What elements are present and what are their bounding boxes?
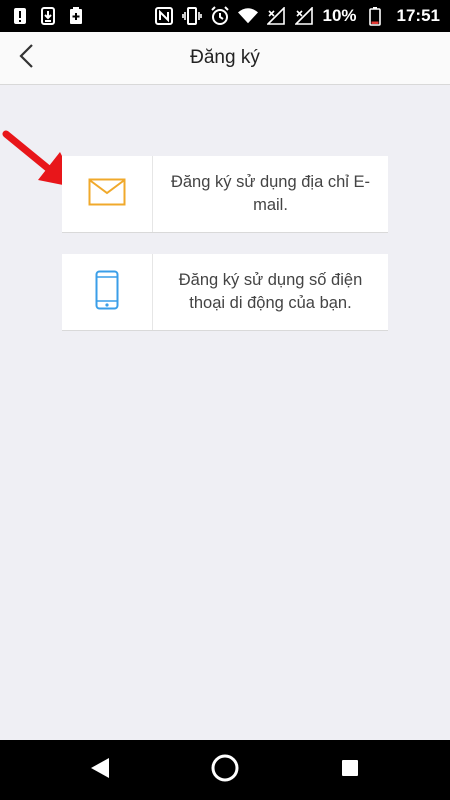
envelope-icon: [88, 178, 126, 211]
alarm-icon: [210, 6, 230, 26]
register-email-option[interactable]: Đăng ký sử dụng địa chỉ E-mail.: [62, 156, 388, 233]
square-recents-icon: [340, 758, 360, 783]
option-icon-cell: [62, 156, 153, 232]
alert-icon: [10, 6, 30, 26]
wifi-icon: [238, 6, 259, 26]
register-phone-option[interactable]: Đăng ký sử dụng số điện thoại di động củ…: [62, 254, 388, 331]
download-icon: [38, 6, 58, 26]
register-phone-label: Đăng ký sử dụng số điện thoại di động củ…: [178, 271, 363, 312]
signal-icon-2: [294, 6, 314, 26]
nav-recents-button[interactable]: [320, 740, 380, 800]
battery-percent: 10%: [322, 6, 357, 25]
battery-icon: [365, 6, 385, 26]
phone-icon: [95, 270, 119, 315]
app-bar: Đăng ký: [0, 32, 450, 85]
page-title: Đăng ký: [190, 47, 260, 68]
battery-plus-icon: [66, 6, 86, 26]
triangle-back-icon: [89, 756, 111, 785]
status-bar-left: [10, 0, 86, 32]
clock: 17:51: [396, 6, 440, 25]
vibrate-icon: [182, 6, 203, 26]
system-nav-bar: [0, 740, 450, 800]
signal-icon: [266, 6, 286, 26]
register-email-label: Đăng ký sử dụng địa chỉ E-mail.: [170, 173, 371, 214]
status-bar-right: 10% 17:51: [154, 0, 440, 32]
circle-home-icon: [210, 753, 240, 788]
option-icon-cell: [62, 254, 153, 330]
nav-back-button[interactable]: [70, 740, 130, 800]
nfc-icon: [154, 6, 174, 26]
nav-home-button[interactable]: [195, 740, 255, 800]
main-content: Đăng ký sử dụng địa chỉ E-mail. Đăng ký …: [0, 85, 450, 740]
status-bar: 10% 17:51: [0, 0, 450, 32]
